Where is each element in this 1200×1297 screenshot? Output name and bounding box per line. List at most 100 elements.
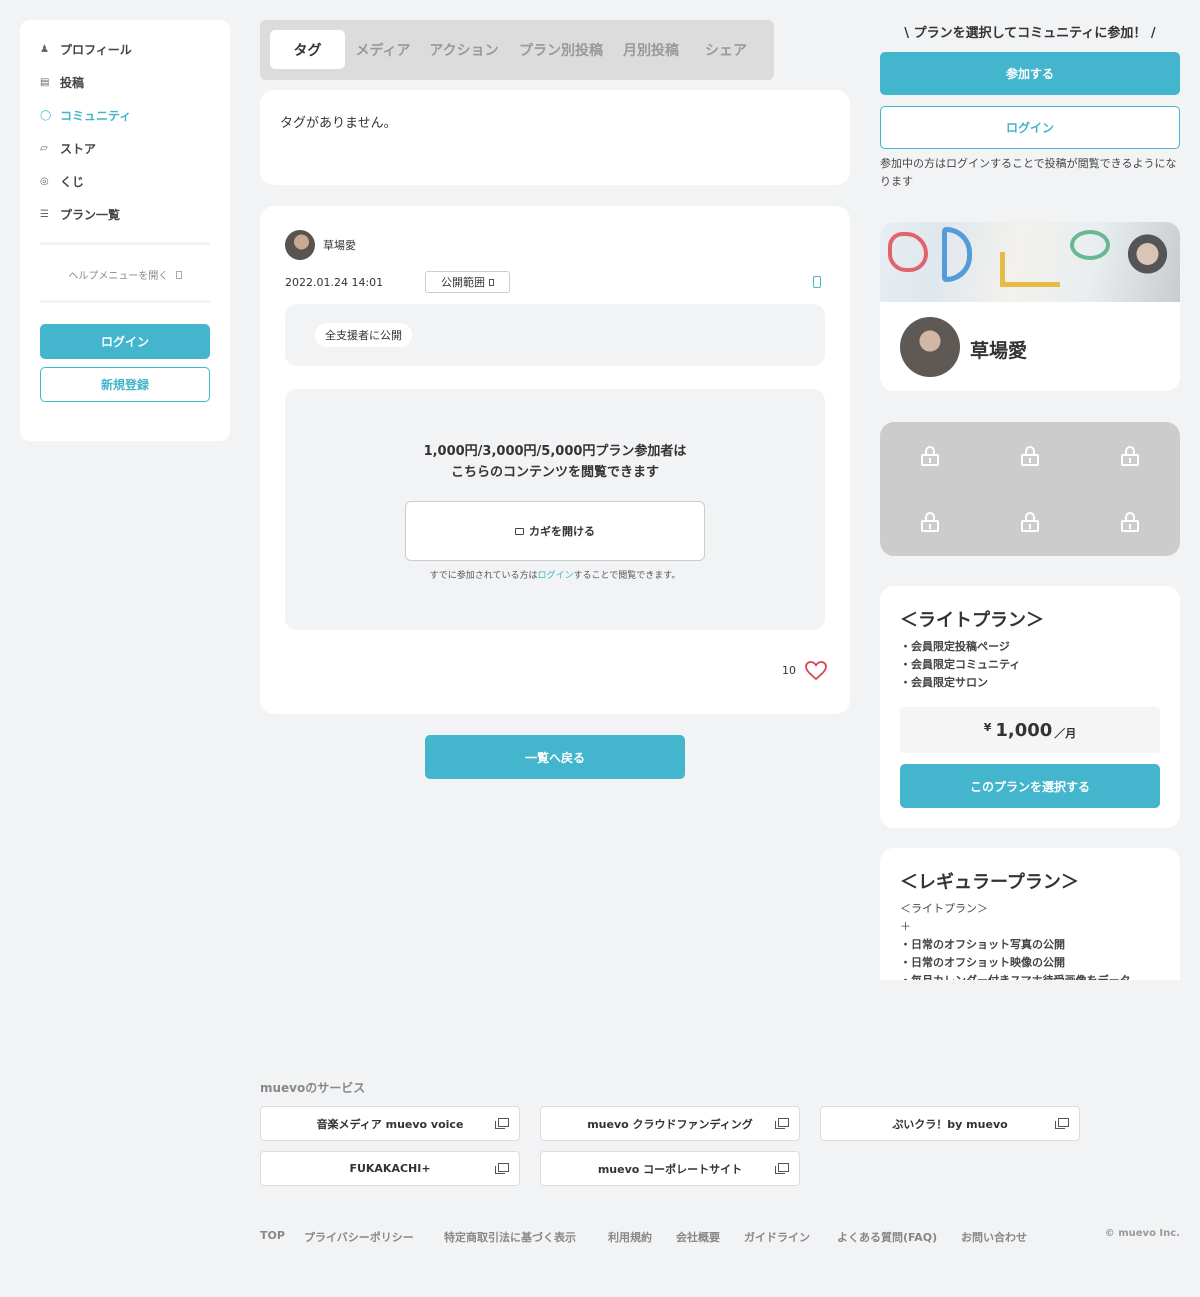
- sidebar-item-label: コミュニティ: [60, 108, 132, 123]
- footer-link-guideline[interactable]: ガイドライン: [744, 1229, 810, 1245]
- tab-media[interactable]: メディア: [348, 30, 418, 69]
- service-link-fukakachi[interactable]: FUKAKACHI+: [260, 1151, 520, 1186]
- store-icon: ▱: [40, 142, 48, 154]
- service-link-muevo-voice[interactable]: 音楽メディア muevo voice: [260, 1106, 520, 1141]
- lottery-icon: ◎: [40, 175, 49, 187]
- lock-icon: [1120, 512, 1140, 532]
- help-icon: [175, 271, 182, 279]
- scope-button-label: 公開範囲: [441, 276, 485, 289]
- tab-bar: タグ メディア アクション プラン別投稿 月別投稿 シェア: [260, 20, 774, 80]
- tags-empty-text: タグがありません。: [280, 116, 397, 131]
- sidebar-item-label: プロフィール: [60, 42, 132, 57]
- post-icon: ▤: [40, 76, 50, 88]
- footer-link-privacy[interactable]: プライバシーポリシー: [304, 1229, 414, 1245]
- lock-icon: [920, 446, 940, 466]
- footer-link-terms[interactable]: 利用規約: [608, 1229, 652, 1245]
- scope-button[interactable]: 公開範囲: [425, 271, 510, 293]
- unlock-button-label: カギを開ける: [529, 525, 595, 538]
- bookmark-icon[interactable]: [813, 276, 821, 288]
- back-to-list-button[interactable]: 一覧へ戻る: [425, 735, 685, 779]
- services-title: muevoのサービス: [260, 1081, 366, 1095]
- tab-plan-posts[interactable]: プラン別投稿: [512, 30, 610, 69]
- post-card: 草場愛 2022.01.24 14:01 公開範囲 全支援者に公開 1,000円…: [260, 206, 850, 714]
- service-label: muevo コーポレートサイト: [597, 1162, 743, 1176]
- creator-name[interactable]: 草場愛: [970, 336, 1027, 363]
- tab-share[interactable]: シェア: [696, 30, 756, 69]
- plan-line: ・毎月カレンダー付きスマホ待受画像をデータ: [900, 972, 1131, 980]
- service-label: ぷいクラ！by muevo: [892, 1117, 1008, 1131]
- footer-link-commerce-law[interactable]: 特定商取引法に基づく表示: [444, 1229, 576, 1245]
- tab-tags[interactable]: タグ: [270, 30, 345, 69]
- avatar[interactable]: [285, 230, 315, 260]
- locked-message-line1: 1,000円/3,000円/5,000円プラン参加者は: [423, 444, 687, 459]
- plan-feature: ・会員限定サロン: [900, 676, 988, 689]
- price-currency: ¥: [983, 721, 992, 734]
- tab-action[interactable]: アクション: [424, 30, 504, 69]
- lock-icon: [920, 512, 940, 532]
- select-plan-button[interactable]: このプランを選択する: [900, 764, 1160, 808]
- sidebar-item-label: 投稿: [60, 75, 85, 90]
- unlock-button[interactable]: カギを開ける: [405, 501, 705, 561]
- price-unit: ／月: [1054, 727, 1077, 740]
- heart-icon[interactable]: [805, 661, 827, 681]
- footer-link-contact[interactable]: お問い合わせ: [961, 1229, 1027, 1245]
- footer-link-faq[interactable]: よくある質問(FAQ): [837, 1229, 937, 1245]
- locked-content-panel: 1,000円/3,000円/5,000円プラン参加者は こちらのコンテンツを閲覧…: [285, 389, 825, 630]
- locked-message-line2: こちらのコンテンツを閲覧できます: [450, 465, 659, 480]
- cta-header: \ プランを選択してコミュニティに参加！ /: [904, 26, 1156, 41]
- sidebar-item-community[interactable]: ◯ コミュニティ: [40, 105, 131, 125]
- scope-panel: 全支援者に公開: [285, 304, 825, 366]
- help-label: ヘルプメニューを開く: [68, 271, 169, 282]
- author-name[interactable]: 草場愛: [323, 237, 356, 253]
- cover-image: [880, 222, 1180, 302]
- copyright: © muevo Inc.: [1104, 1228, 1180, 1239]
- plan-line: ・日常のオフショット映像の公開: [900, 956, 1065, 969]
- community-icon: ◯: [40, 109, 52, 121]
- creator-avatar[interactable]: [900, 317, 960, 377]
- join-button[interactable]: 参加する: [880, 52, 1180, 95]
- divider: [40, 300, 210, 303]
- already-member-note: すでに参加されている方はログインすることで閲覧できます。: [285, 568, 825, 581]
- tab-monthly-posts[interactable]: 月別投稿: [616, 30, 686, 69]
- footer-link-top[interactable]: TOP: [260, 1229, 285, 1242]
- plan-price: ¥ 1,000 ／月: [900, 707, 1160, 753]
- register-button[interactable]: 新規登録: [40, 367, 210, 402]
- help-menu-link[interactable]: ヘルプメニューを開く: [20, 267, 230, 282]
- external-link-icon: [1055, 1118, 1069, 1129]
- login-button[interactable]: ログイン: [40, 324, 210, 359]
- sidebar-item-label: プラン一覧: [60, 207, 121, 222]
- list-icon: ☰: [40, 208, 49, 220]
- divider: [40, 242, 210, 245]
- note-login-link[interactable]: ログイン: [537, 571, 573, 581]
- service-link-crowdfunding[interactable]: muevo クラウドファンディング: [540, 1106, 800, 1141]
- cover-person: [1120, 227, 1175, 287]
- chevron-icon: [489, 278, 494, 286]
- sidebar-item-lottery[interactable]: ◎ くじ: [40, 171, 84, 191]
- paint-splash: [1070, 230, 1110, 260]
- plan-feature: ・会員限定コミュニティ: [900, 658, 1021, 671]
- sidebar-item-label: ストア: [60, 141, 97, 156]
- sidebar-item-profile[interactable]: ♟ プロフィール: [40, 39, 132, 59]
- lock-icon: [1020, 512, 1040, 532]
- sidebar-item-plans[interactable]: ☰ プラン一覧: [40, 204, 120, 224]
- paint-splash: [1000, 252, 1060, 287]
- creator-profile-card[interactable]: 草場愛: [880, 222, 1180, 391]
- service-link-puikura[interactable]: ぷいクラ！by muevo: [820, 1106, 1080, 1141]
- plan-title: ＜レギュラープラン＞: [900, 872, 1079, 893]
- sidebar-item-posts[interactable]: ▤ 投稿: [40, 72, 84, 92]
- external-link-icon: [775, 1118, 789, 1129]
- plan-line: ・日常のオフショット写真の公開: [900, 938, 1065, 951]
- person-icon: ♟: [40, 43, 49, 55]
- light-plan-card: ＜ライトプラン＞ ・会員限定投稿ページ ・会員限定コミュニティ ・会員限定サロン…: [880, 586, 1180, 828]
- right-login-button[interactable]: ログイン: [880, 106, 1180, 149]
- footer-link-company[interactable]: 会社概要: [676, 1229, 720, 1245]
- plan-line: ＜ライトプラン＞: [900, 902, 988, 915]
- sidebar-item-label: くじ: [60, 174, 85, 189]
- sidebar-item-store[interactable]: ▱ ストア: [40, 138, 96, 158]
- login-note: 参加中の方はログインすることで投稿が閲覧できるようになります: [880, 157, 1177, 188]
- tags-card: タグがありません。: [260, 90, 850, 185]
- service-link-corporate[interactable]: muevo コーポレートサイト: [540, 1151, 800, 1186]
- note-suffix: することで閲覧できます。: [573, 571, 681, 581]
- plan-title: ＜ライトプラン＞: [900, 610, 1044, 631]
- locked-gallery: [880, 422, 1180, 556]
